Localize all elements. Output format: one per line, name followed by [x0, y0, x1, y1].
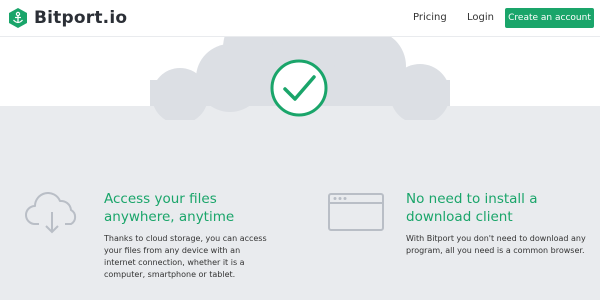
- brand-logo[interactable]: Bitport.io: [7, 7, 127, 29]
- feature-description-access-files: Thanks to cloud storage, you can access …: [104, 234, 267, 279]
- anchor-logo-icon: [9, 8, 27, 28]
- brand-name: Bitport.io: [34, 8, 128, 28]
- feature-title-line: download client: [406, 209, 513, 225]
- feature-description-no-install: With Bitport you don't need to download …: [406, 234, 586, 255]
- create-account-button[interactable]: Create an account: [505, 8, 594, 28]
- top-navigation-bar: Bitport.io Pricing Login Create an accou…: [0, 0, 600, 37]
- feature-title-line: Access your files: [104, 191, 217, 207]
- checkmark-circle-icon: [270, 59, 328, 117]
- cloud-download-icon: [25, 192, 77, 234]
- feature-title-no-install: No need to install a download client: [406, 190, 586, 226]
- nav-login-link[interactable]: Login: [467, 11, 494, 25]
- feature-title-line: anywhere, anytime: [104, 209, 235, 225]
- feature-title-line: No need to install a: [406, 191, 538, 207]
- browser-window-icon: [328, 193, 384, 231]
- feature-title-access-files: Access your files anywhere, anytime: [104, 190, 284, 226]
- nav-pricing-link[interactable]: Pricing: [413, 11, 447, 25]
